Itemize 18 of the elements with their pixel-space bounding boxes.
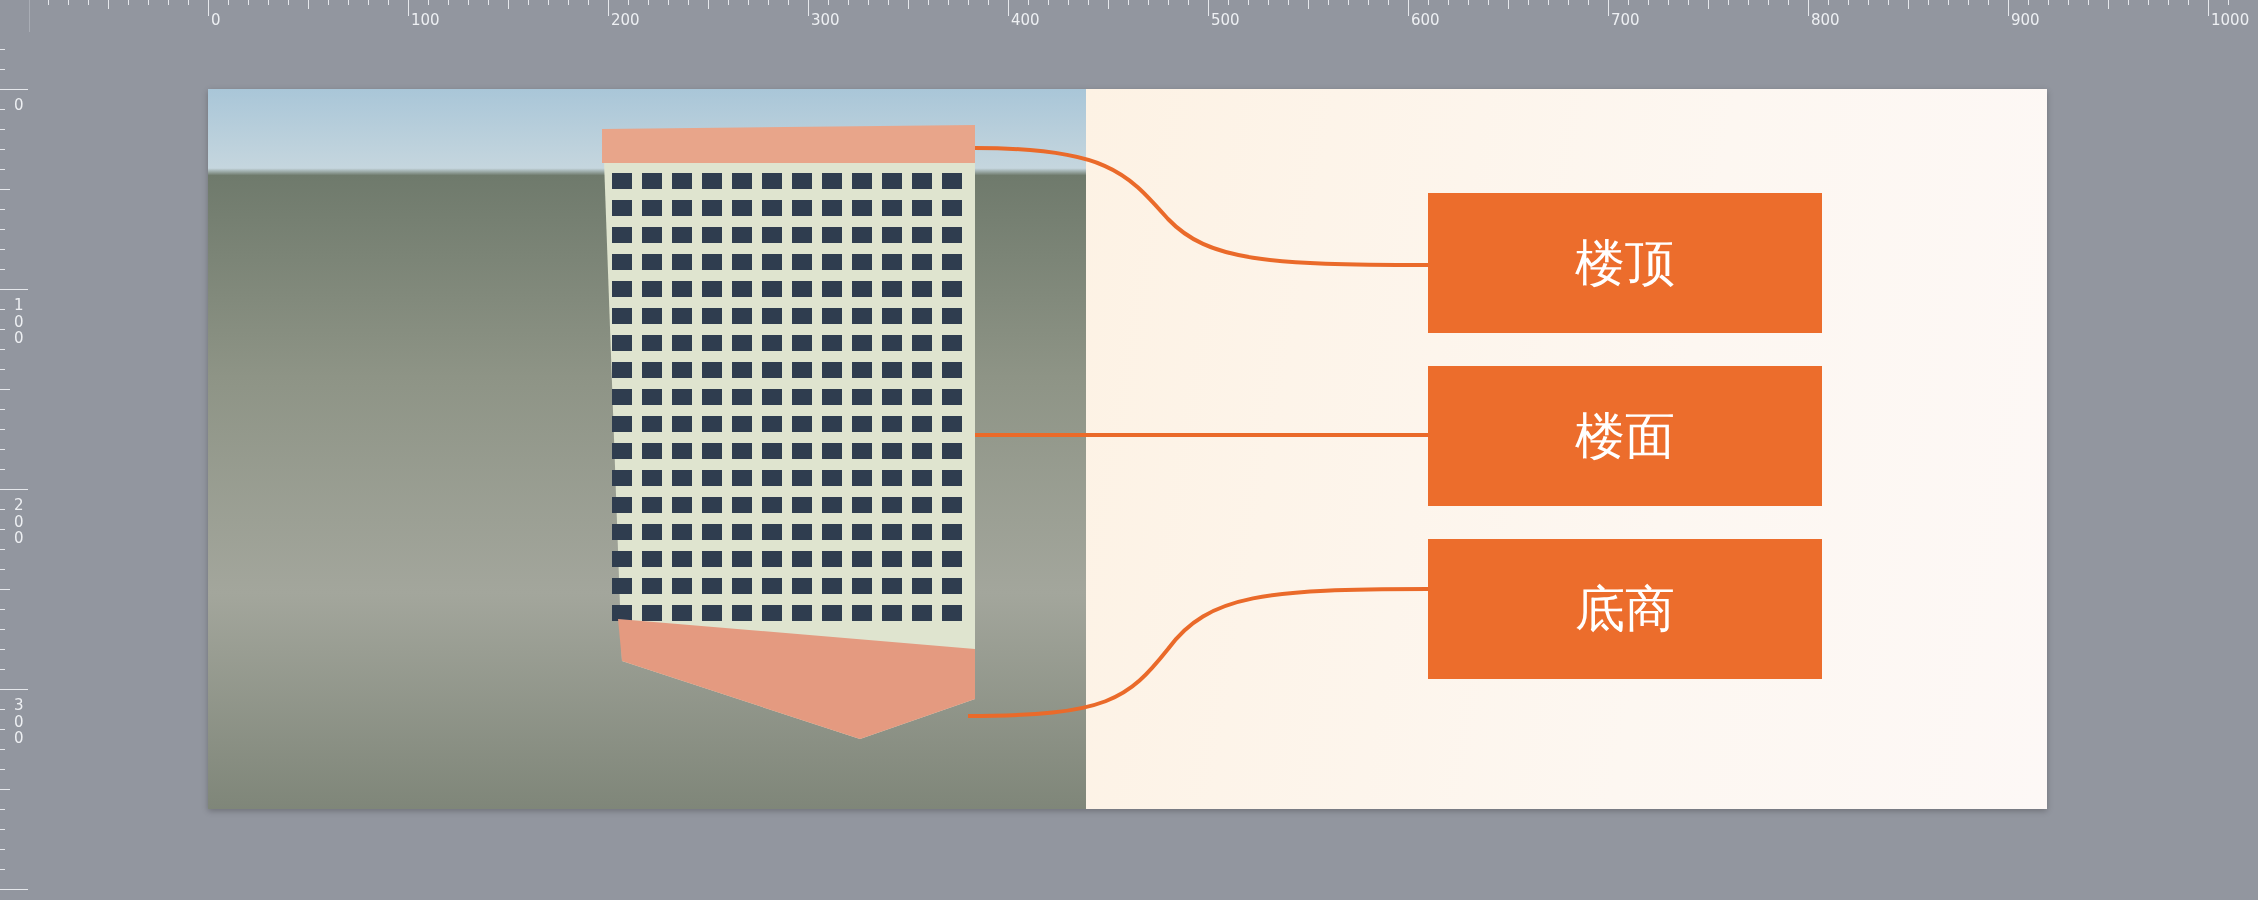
ruler-label: 0 xyxy=(14,97,25,114)
ruler-label: 300 xyxy=(811,12,840,28)
ruler-label: 800 xyxy=(1811,12,1840,28)
label-box: 底商 xyxy=(1428,539,1822,679)
ruler-label: 300 xyxy=(14,697,25,747)
ruler-label: 400 xyxy=(1011,12,1040,28)
ruler-label: 900 xyxy=(2011,12,2040,28)
ruler-label: 0 xyxy=(211,12,221,28)
ruler-label: 500 xyxy=(1211,12,1240,28)
ruler-label: 200 xyxy=(611,12,640,28)
ruler-label: 100 xyxy=(14,297,25,347)
ruler-label: 1000 xyxy=(2211,12,2250,28)
ruler-label: 200 xyxy=(14,497,25,547)
ruler-label: 700 xyxy=(1611,12,1640,28)
label-box: 楼面 xyxy=(1428,366,1822,506)
ruler-label: 600 xyxy=(1411,12,1440,28)
label-box: 楼顶 xyxy=(1428,193,1822,333)
ruler-label: 100 xyxy=(411,12,440,28)
